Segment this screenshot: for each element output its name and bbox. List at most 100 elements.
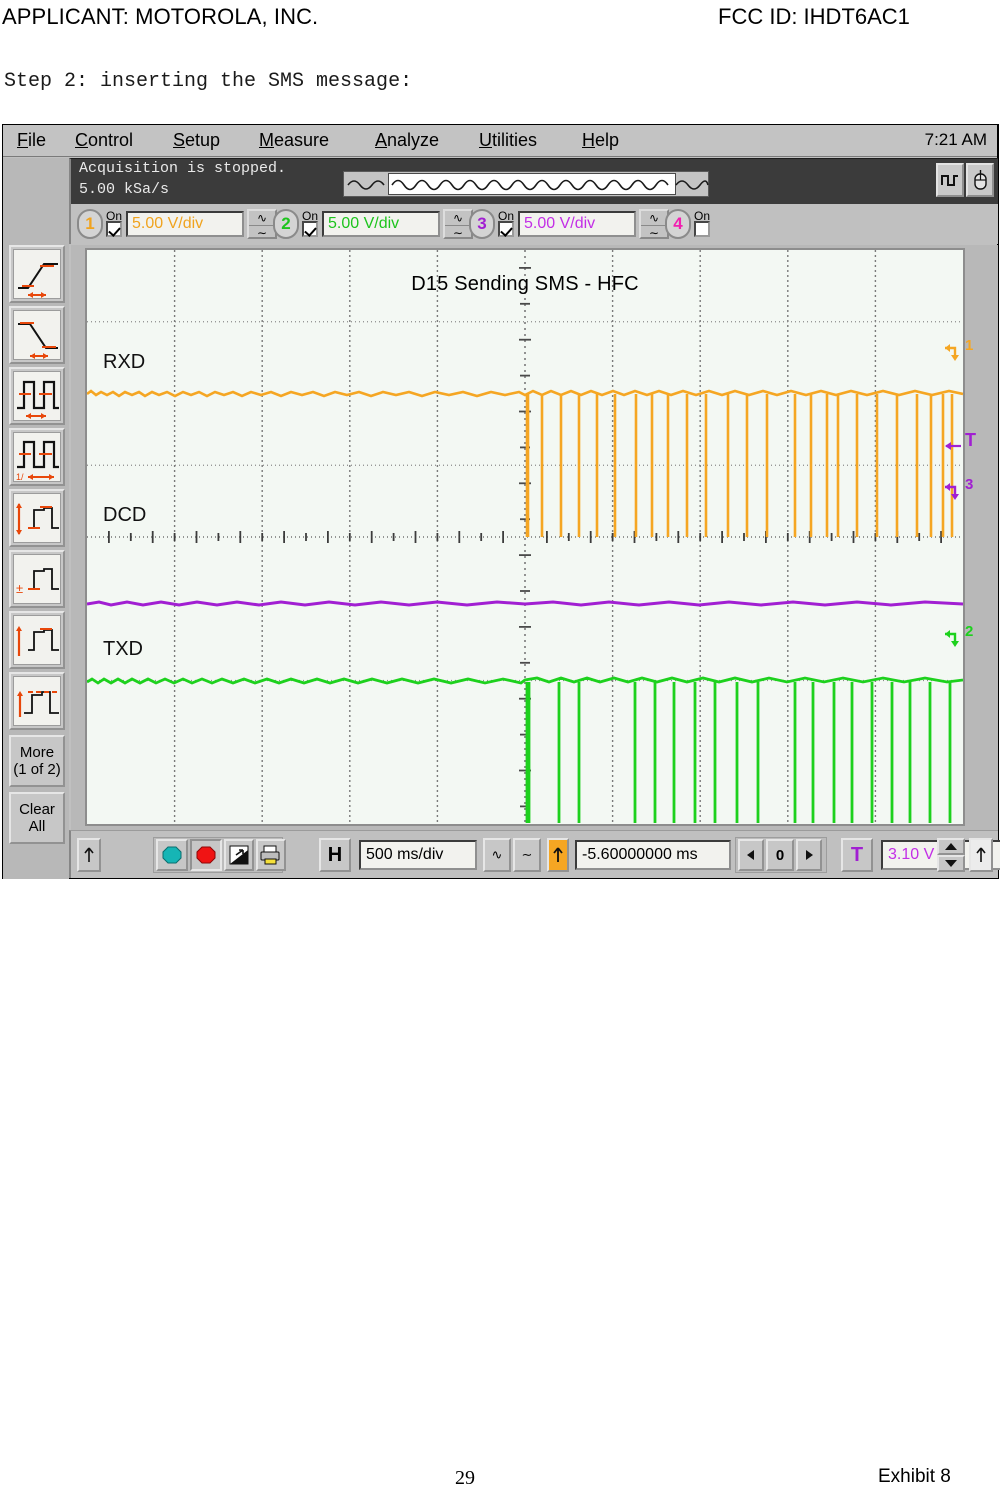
channel-4-on-label: On bbox=[694, 209, 711, 223]
channel-3-ac-coupling-icon[interactable]: ∿ bbox=[641, 211, 668, 226]
channel-1-button[interactable]: 1 bbox=[77, 209, 103, 239]
page-header: APPLICANT: MOTOROLA, INC. FCC ID: IHDT6A… bbox=[0, 0, 1000, 40]
channel-3-dc-coupling-icon[interactable]: ∼ bbox=[641, 226, 667, 240]
clear-button-line1: Clear bbox=[19, 801, 55, 818]
clock-display: 7:21 AM bbox=[924, 130, 987, 149]
channel-1-scale-field[interactable]: 5.00 V/div bbox=[126, 211, 245, 237]
channel-1-ac-coupling-icon[interactable]: ∿ bbox=[249, 211, 276, 226]
fcc-id-line: FCC ID: IHDT6AC1 bbox=[718, 4, 910, 29]
position-value-display[interactable]: 0 bbox=[766, 839, 794, 871]
pulse-display-icon[interactable] bbox=[936, 163, 964, 197]
menu-item-analyze[interactable]: Analyze bbox=[371, 128, 443, 153]
rise-time-measure-button[interactable] bbox=[9, 245, 65, 303]
waveform-position-up-button[interactable] bbox=[77, 838, 101, 872]
channel-3-scale-field[interactable]: 5.00 V/div bbox=[518, 211, 637, 237]
channel-3-on-label: On bbox=[498, 209, 515, 223]
clear-all-button[interactable]: Clear All bbox=[9, 792, 65, 844]
trigger-marker-label: T bbox=[965, 430, 976, 450]
top-level-icon bbox=[13, 676, 61, 726]
channel-2-scale-field[interactable]: 5.00 V/div bbox=[322, 211, 441, 237]
channel-3-marker-label: 3 bbox=[965, 475, 974, 493]
peak-to-peak-icon bbox=[13, 493, 61, 543]
position-decrement-button[interactable] bbox=[738, 839, 764, 871]
average-measure-button[interactable]: ± bbox=[9, 550, 65, 608]
position-increment-button[interactable] bbox=[796, 839, 822, 871]
frequency-icon: 1/ bbox=[13, 432, 61, 482]
horizontal-menu-button[interactable]: H bbox=[319, 838, 351, 872]
waveform-display-frame: D15 Sending SMS - HFC RXD DCD TXD bbox=[71, 245, 998, 830]
menu-item-utilities[interactable]: Utilities bbox=[475, 128, 541, 153]
channel-1-enable-checkbox[interactable] bbox=[106, 221, 122, 237]
more-button-line1: More bbox=[19, 744, 55, 761]
channel-3-button[interactable]: 3 bbox=[469, 209, 495, 239]
more-measurements-button[interactable]: More (1 of 2) bbox=[9, 735, 65, 787]
amplitude-measure-button[interactable] bbox=[9, 611, 65, 669]
rise-time-icon bbox=[13, 249, 61, 299]
acquisition-status-text: Acquisition is stopped. bbox=[79, 160, 287, 177]
exhibit-label: Exhibit 8 bbox=[878, 1466, 951, 1487]
position-value: 0 bbox=[775, 846, 785, 864]
memory-depth-indicator[interactable] bbox=[343, 171, 709, 197]
channel-1-ground-marker[interactable]: 1 bbox=[943, 337, 973, 363]
channel-1-marker-label: 1 bbox=[965, 336, 974, 354]
trigger-level-up-button[interactable] bbox=[937, 838, 965, 855]
menu-item-help[interactable]: Help bbox=[578, 128, 623, 153]
channel-1-dc-coupling-icon[interactable]: ∼ bbox=[249, 226, 275, 240]
horizontal-label: H bbox=[327, 843, 343, 866]
channel-3-on-wrap: On bbox=[498, 209, 515, 237]
amplitude-icon bbox=[13, 615, 61, 665]
horizontal-zoom-out-icon[interactable]: ∿ bbox=[483, 838, 511, 872]
channel-3-ground-marker[interactable]: 3 bbox=[943, 476, 973, 502]
top-level-measure-button[interactable] bbox=[9, 672, 65, 730]
trace-label-txd: TXD bbox=[103, 638, 143, 660]
plot-graphics bbox=[87, 250, 963, 824]
channel-2-ground-marker[interactable]: 2 bbox=[943, 623, 973, 649]
print-button[interactable] bbox=[256, 839, 286, 871]
fall-time-measure-button[interactable] bbox=[9, 306, 65, 364]
delay-field[interactable]: -5.60000000 ms bbox=[575, 840, 731, 870]
peak-to-peak-measure-button[interactable] bbox=[9, 489, 65, 547]
trace-label-dcd: DCD bbox=[103, 504, 147, 526]
stop-button[interactable] bbox=[190, 839, 222, 871]
menu-item-file[interactable]: File bbox=[13, 128, 50, 153]
menu-item-control[interactable]: Control bbox=[71, 128, 137, 153]
channel-markers: 1 T 3 2 bbox=[941, 245, 999, 830]
average-icon: ± bbox=[13, 554, 61, 604]
more-button-line2: (1 of 2) bbox=[13, 761, 61, 778]
channel-1-on-label: On bbox=[106, 209, 123, 223]
channel-3-enable-checkbox[interactable] bbox=[498, 221, 514, 237]
svg-text:1/: 1/ bbox=[16, 472, 24, 482]
autoscale-button[interactable] bbox=[224, 839, 254, 871]
channel-2-button[interactable]: 2 bbox=[273, 209, 299, 239]
menu-item-measure[interactable]: Measure bbox=[255, 128, 333, 153]
channel-4-group: 4 On bbox=[665, 207, 710, 241]
channel-4-button[interactable]: 4 bbox=[665, 209, 691, 239]
period-measure-button[interactable] bbox=[9, 367, 65, 425]
channel-4-enable-checkbox[interactable] bbox=[694, 221, 710, 237]
horizontal-zoom-in-icon[interactable]: ∼ bbox=[513, 838, 541, 872]
trigger-level-marker[interactable]: T bbox=[943, 430, 976, 455]
timebase-field[interactable]: 500 ms/div bbox=[359, 840, 477, 870]
frequency-measure-button[interactable]: 1/ bbox=[9, 428, 65, 486]
horizontal-trigger-toolbar: H 500 ms/div ∿ ∼ -5.60000000 ms 0 T 3.10… bbox=[69, 830, 1000, 878]
sample-rate-text: 5.00 kSa/s bbox=[79, 181, 170, 198]
fall-time-icon bbox=[13, 310, 61, 360]
mouse-pointer-icon[interactable] bbox=[966, 163, 994, 197]
channel-2-enable-checkbox[interactable] bbox=[302, 221, 318, 237]
trigger-menu-button[interactable]: T bbox=[841, 838, 873, 872]
waveform-plot[interactable]: D15 Sending SMS - HFC RXD DCD TXD bbox=[85, 248, 965, 826]
plot-title: D15 Sending SMS - HFC bbox=[411, 273, 639, 295]
channel-2-dc-coupling-icon[interactable]: ∼ bbox=[445, 226, 471, 240]
trigger-level-stepper[interactable] bbox=[937, 838, 965, 872]
delay-reference-icon[interactable] bbox=[547, 838, 569, 872]
menu-item-setup[interactable]: Setup bbox=[169, 128, 224, 153]
trace-label-rxd: RXD bbox=[103, 351, 146, 373]
trigger-level-down-button[interactable] bbox=[937, 855, 965, 872]
trigger-position-up-button[interactable] bbox=[969, 838, 993, 872]
acquisition-controls-group bbox=[153, 837, 286, 873]
run-button[interactable] bbox=[156, 839, 188, 871]
memory-waveform-icon bbox=[347, 179, 709, 191]
step-caption: Step 2: inserting the SMS message: bbox=[4, 70, 413, 93]
channel-2-ac-coupling-icon[interactable]: ∿ bbox=[445, 211, 472, 226]
applicant-line: APPLICANT: MOTOROLA, INC. bbox=[2, 4, 319, 29]
